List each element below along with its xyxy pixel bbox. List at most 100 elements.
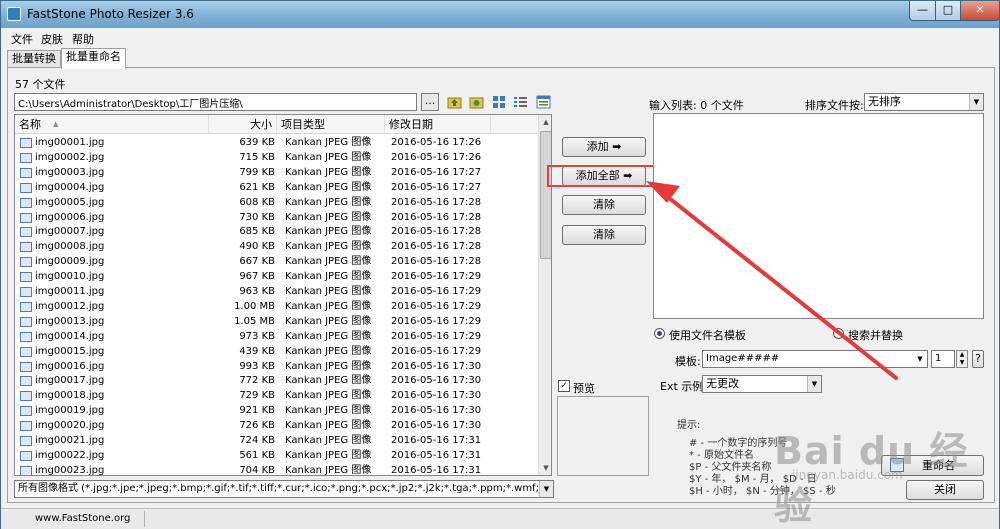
- use-template-radio[interactable]: [654, 328, 665, 339]
- title-bar[interactable]: FastStone Photo Resizer 3.6: [1, 1, 999, 28]
- file-type: Kankan JPEG 图像: [285, 286, 372, 297]
- file-size: 704 KB: [239, 464, 275, 476]
- table-row[interactable]: img00006.jpg 730 KB Kankan JPEG 图像 2016-05-…: [15, 210, 537, 225]
- file-modified: 2016-05-16 17:30: [391, 390, 482, 402]
- file-modified: 2016-05-16 17:30: [391, 375, 482, 387]
- favorite-folder-icon[interactable]: [469, 95, 484, 109]
- file-name: img00012.jpg: [35, 300, 105, 312]
- file-name: img00010.jpg: [35, 271, 105, 283]
- folder-path-field[interactable]: C:\Users\Administrator\Desktop\工厂图片压缩\: [14, 93, 417, 111]
- file-size: 921 KB: [239, 405, 275, 417]
- jpg-file-icon: [20, 465, 32, 475]
- file-modified: 2016-05-16 17:31: [391, 464, 482, 476]
- number-spinner[interactable]: ▲ ▼: [956, 350, 968, 368]
- tab-batch-convert[interactable]: 批量转换: [7, 50, 61, 68]
- file-type-filter[interactable]: 所有图像格式 (*.jpg;*.jpe;*.jpeg;*.bmp;*.gif;*…: [14, 480, 554, 498]
- clear-all-button[interactable]: 清除: [562, 225, 646, 245]
- table-row[interactable]: img00019.jpg 921 KB Kankan JPEG 图像 2016-05-…: [15, 403, 537, 418]
- jpg-file-icon: [20, 331, 32, 342]
- menu-help[interactable]: 帮助: [72, 31, 94, 47]
- file-size: 561 KB: [239, 449, 275, 461]
- search-replace-radio[interactable]: [833, 328, 844, 339]
- table-row[interactable]: img00016.jpg 993 KB Kankan JPEG 图像 2016-05-…: [15, 359, 537, 374]
- table-row[interactable]: img00010.jpg 967 KB Kankan JPEG 图像 2016-05-…: [15, 269, 537, 284]
- table-row[interactable]: img00017.jpg 772 KB Kankan JPEG 图像 2016-05-…: [15, 373, 537, 388]
- file-name: img00003.jpg: [35, 166, 105, 178]
- file-modified: 2016-05-16 17:30: [391, 420, 482, 432]
- details-view-icon[interactable]: [536, 95, 551, 109]
- file-modified: 2016-05-16 17:31: [391, 435, 482, 446]
- browse-button[interactable]: ...: [421, 93, 439, 111]
- table-row[interactable]: img00013.jpg 1.05 MB Kankan JPEG 图像 2016-05…: [15, 314, 537, 329]
- scroll-up-arrow-icon[interactable]: ▲: [539, 115, 551, 129]
- start-number-field[interactable]: 1: [931, 350, 955, 368]
- table-row[interactable]: img00022.jpg 561 KB Kankan JPEG 图像 2016-05-…: [15, 448, 537, 463]
- table-row[interactable]: img00015.jpg 439 KB Kankan JPEG 图像 2016-05-…: [15, 344, 537, 359]
- clear-button[interactable]: 清除: [562, 195, 646, 215]
- table-row[interactable]: img00009.jpg 667 KB Kankan JPEG 图像 2016-05-…: [15, 254, 537, 269]
- sort-select[interactable]: 无排序 ▼: [864, 93, 984, 111]
- thumbnail-view-icon[interactable]: [492, 95, 507, 109]
- file-name: img00004.jpg: [35, 181, 105, 193]
- table-row[interactable]: img00011.jpg 963 KB Kankan JPEG 图像 2016-05-…: [15, 284, 537, 299]
- window-title: FastStone Photo Resizer 3.6: [27, 7, 194, 21]
- table-row[interactable]: img00008.jpg 490 KB Kankan JPEG 图像 2016-05-…: [15, 239, 537, 254]
- table-row[interactable]: img00021.jpg 724 KB Kankan JPEG 图像 2016-05-…: [15, 433, 537, 448]
- file-type: Kankan JPEG 图像: [285, 271, 372, 283]
- file-type: Kankan JPEG 图像: [285, 226, 372, 238]
- table-row[interactable]: img00014.jpg 973 KB Kankan JPEG 图像 2016-05-…: [15, 329, 537, 344]
- table-row[interactable]: img00018.jpg 729 KB Kankan JPEG 图像 2016-05-…: [15, 388, 537, 403]
- add-button[interactable]: 添加 ➡: [562, 137, 646, 157]
- jpg-file-icon: [20, 287, 32, 297]
- menu-skin[interactable]: 皮肤: [41, 31, 63, 47]
- file-size: 715 KB: [239, 151, 275, 163]
- table-row[interactable]: img00005.jpg 608 KB Kankan JPEG 图像 2016-05-…: [15, 195, 537, 210]
- maximize-button[interactable]: □: [935, 1, 961, 21]
- search-replace-label: 搜索并替换: [848, 329, 903, 342]
- menu-file[interactable]: 文件: [11, 31, 33, 47]
- scroll-down-arrow-icon[interactable]: ▼: [539, 461, 551, 475]
- file-name: img00015.jpg: [35, 345, 105, 357]
- column-type[interactable]: 项目类型: [277, 115, 385, 134]
- table-row[interactable]: img00004.jpg 621 KB Kankan JPEG 图像 2016-05-…: [15, 180, 537, 195]
- scrollbar-thumb[interactable]: [540, 131, 551, 259]
- chevron-down-icon: ▼: [807, 376, 821, 392]
- table-row[interactable]: img00007.jpg 685 KB Kankan JPEG 图像 2016-05-…: [15, 224, 537, 239]
- table-row[interactable]: img00002.jpg 715 KB Kankan JPEG 图像 2016-05-…: [15, 150, 537, 165]
- list-view-icon[interactable]: [513, 95, 528, 109]
- tab-batch-rename[interactable]: 批量重命名: [61, 48, 126, 69]
- file-name: img00013.jpg: [35, 315, 105, 327]
- column-name[interactable]: 名称 ▲: [15, 115, 209, 134]
- table-row[interactable]: img00001.jpg 639 KB Kankan JPEG 图像 2016-05-…: [15, 135, 537, 150]
- template-input[interactable]: Image##### ▼: [702, 350, 928, 368]
- file-list[interactable]: 名称 ▲ 大小 项目类型 修改日期 img00001.jpg 639 KB Kank…: [14, 114, 552, 476]
- jpg-file-icon: [20, 301, 32, 312]
- file-size: 608 KB: [239, 196, 275, 208]
- file-name: img00008.jpg: [35, 241, 105, 253]
- file-name: img00023.jpg: [35, 464, 105, 476]
- template-help-button[interactable]: ?: [972, 350, 984, 368]
- file-name: img00020.jpg: [35, 420, 105, 432]
- jpg-file-icon: [20, 391, 32, 402]
- table-row[interactable]: img00023.jpg 704 KB Kankan JPEG 图像 2016-05-…: [15, 463, 537, 476]
- file-size: 772 KB: [239, 375, 275, 387]
- jpg-file-icon: [20, 406, 32, 417]
- website-link[interactable]: www.FastStone.org: [5, 511, 145, 527]
- jpg-file-icon: [20, 197, 32, 208]
- file-size: 726 KB: [239, 420, 275, 432]
- jpg-file-icon: [20, 450, 32, 461]
- file-modified: 2016-05-16 17:28: [391, 226, 482, 238]
- preview-checkbox[interactable]: ✓: [558, 380, 570, 392]
- table-row[interactable]: img00020.jpg 726 KB Kankan JPEG 图像 2016-05-…: [15, 418, 537, 433]
- minimize-button[interactable]: —: [909, 1, 936, 21]
- table-row[interactable]: img00012.jpg 1.00 MB Kankan JPEG 图像 2016-05…: [15, 299, 537, 314]
- folder-up-icon[interactable]: [447, 95, 462, 109]
- app-icon: [7, 7, 21, 21]
- close-window-button[interactable]: ✕: [960, 1, 1000, 21]
- column-size[interactable]: 大小: [209, 115, 277, 134]
- input-list-box[interactable]: [653, 113, 984, 319]
- column-modified[interactable]: 修改日期: [385, 115, 491, 134]
- file-size: 439 KB: [239, 345, 275, 357]
- ext-select[interactable]: 无更改 ▼: [702, 375, 822, 393]
- table-row[interactable]: img00003.jpg 799 KB Kankan JPEG 图像 2016-05-…: [15, 165, 537, 180]
